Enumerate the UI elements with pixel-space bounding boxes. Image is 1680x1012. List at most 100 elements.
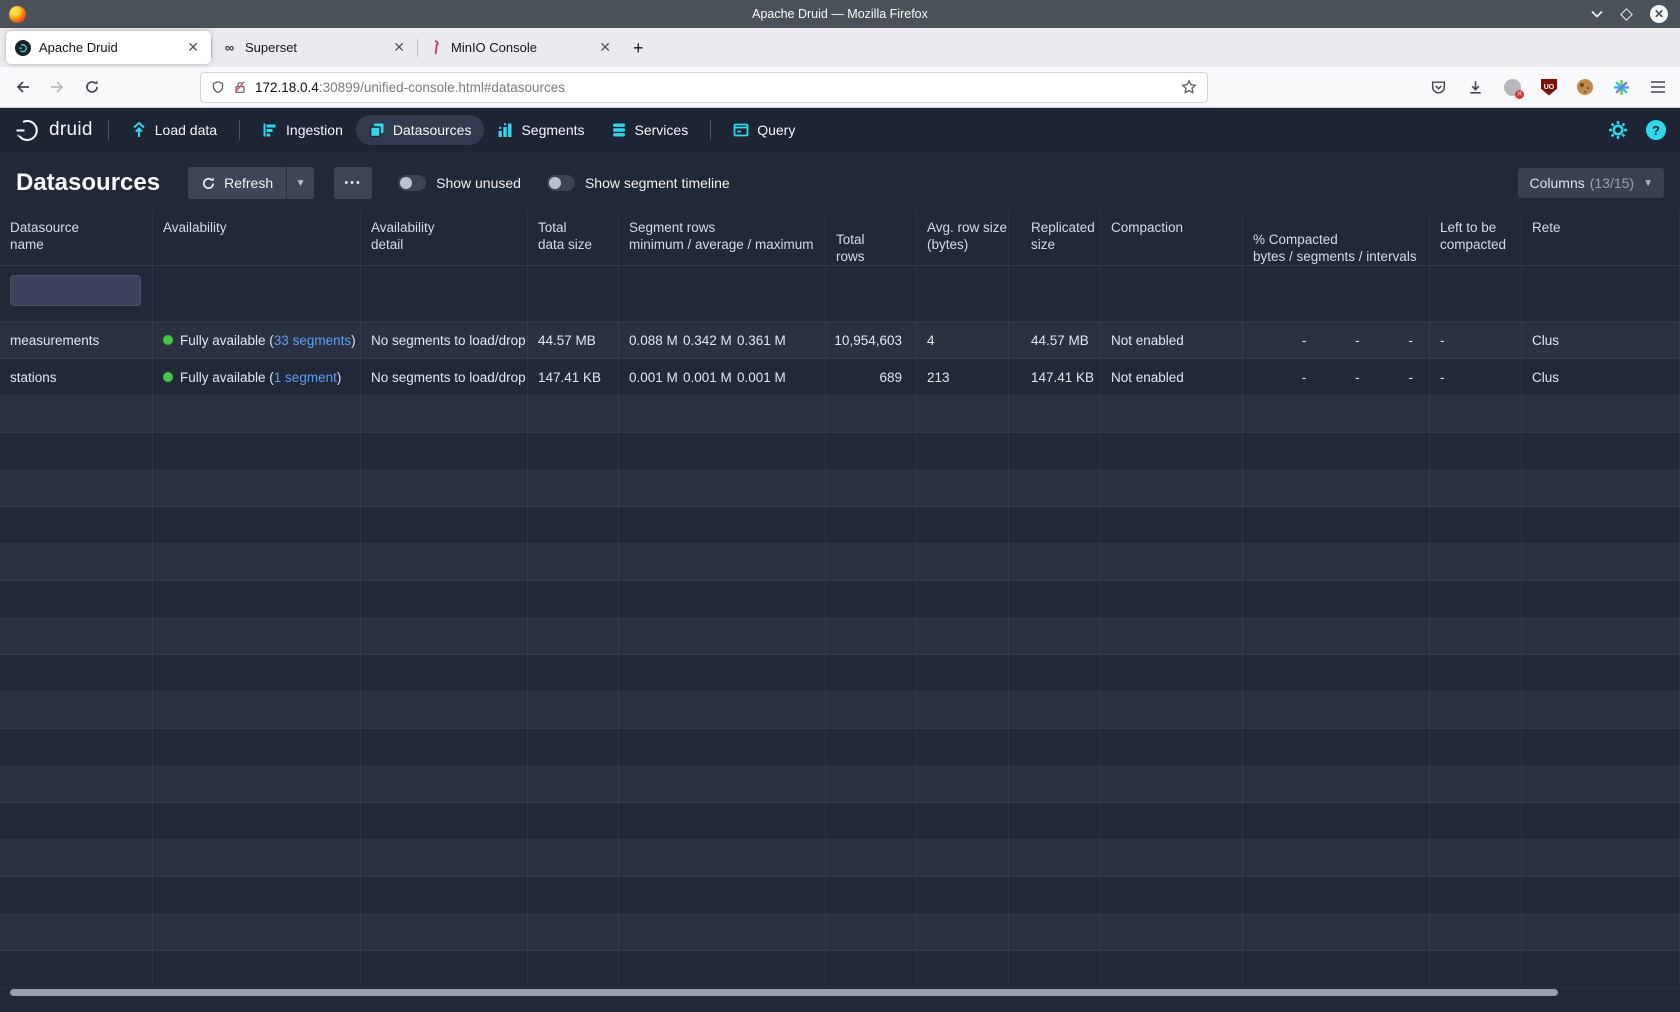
cell-segment_rows bbox=[619, 396, 826, 432]
table-row-empty bbox=[0, 655, 1680, 692]
url-bar[interactable]: 172.18.0.4:30899/unified-console.html#da… bbox=[200, 72, 1208, 103]
cell-name: measurements bbox=[0, 322, 153, 358]
column-header-total_rows[interactable]: Totalrows bbox=[826, 212, 917, 265]
toggle-switch[interactable] bbox=[547, 175, 575, 191]
cell-left_to_be_compacted bbox=[1430, 433, 1522, 469]
segments-link[interactable]: 1 segment bbox=[274, 370, 337, 385]
cell-total_rows bbox=[826, 433, 917, 469]
nav-item-ingestion[interactable]: Ingestion bbox=[249, 115, 356, 145]
cookie-extension-icon[interactable] bbox=[1577, 79, 1593, 95]
cell-total_data_size: 44.57 MB bbox=[528, 322, 619, 358]
ingestion-icon bbox=[262, 122, 278, 138]
nav-item-query[interactable]: Query bbox=[720, 115, 808, 145]
refresh-button[interactable]: Refresh bbox=[188, 167, 286, 199]
cell-total_rows: 10,954,603 bbox=[826, 322, 917, 358]
filter-cell bbox=[917, 266, 1009, 321]
nav-item-datasources[interactable]: Datasources bbox=[356, 115, 485, 145]
ublock-origin-icon[interactable]: UO bbox=[1541, 79, 1557, 96]
table-row-stations: stationsFully available (1 segment)No se… bbox=[0, 359, 1680, 396]
url-text[interactable]: 172.18.0.4:30899/unified-console.html#da… bbox=[255, 80, 1181, 95]
horizontal-scrollbar[interactable] bbox=[10, 989, 1558, 996]
cell-replicated_size bbox=[1009, 766, 1101, 802]
segments-link[interactable]: 33 segments bbox=[274, 333, 351, 348]
column-header-name[interactable]: Datasourcename bbox=[0, 212, 153, 265]
cell-availability_detail bbox=[361, 766, 528, 802]
columns-button[interactable]: Columns (13/15) ▼ bbox=[1518, 168, 1664, 198]
refresh-dropdown-button[interactable]: ▼ bbox=[286, 167, 314, 199]
column-header-percent_compacted[interactable]: % Compactedbytes / segments / intervals bbox=[1243, 212, 1430, 265]
nav-item-segments[interactable]: Segments bbox=[484, 115, 597, 145]
show-unused-toggle[interactable]: Show unused bbox=[398, 175, 521, 191]
cell-segment_rows bbox=[619, 951, 826, 987]
column-header-avg_row_size[interactable]: Avg. row size(bytes) bbox=[917, 212, 1009, 265]
nav-item-load-data[interactable]: Load data bbox=[118, 115, 230, 145]
back-button[interactable] bbox=[14, 79, 31, 95]
new-tab-button[interactable]: + bbox=[633, 38, 644, 59]
downloads-icon[interactable] bbox=[1467, 79, 1484, 96]
window-maximize-icon[interactable] bbox=[1622, 10, 1631, 19]
cell-name bbox=[0, 877, 153, 913]
column-header-total_data_size[interactable]: Totaldata size bbox=[528, 212, 619, 265]
tab-close-icon[interactable]: ✕ bbox=[390, 39, 408, 56]
cell-availability_detail bbox=[361, 914, 528, 950]
forward-button[interactable] bbox=[49, 79, 66, 95]
menu-hamburger-icon[interactable] bbox=[1650, 80, 1666, 94]
column-header-availability[interactable]: Availability bbox=[153, 212, 361, 265]
tracking-shield-icon[interactable] bbox=[211, 80, 225, 95]
column-header-compaction[interactable]: Compaction bbox=[1101, 212, 1243, 265]
druid-logo[interactable]: druid bbox=[14, 117, 93, 143]
pocket-icon[interactable] bbox=[1430, 79, 1447, 96]
filter-cell bbox=[1522, 266, 1680, 321]
druid-favicon-icon bbox=[15, 40, 31, 56]
table-row-empty bbox=[0, 729, 1680, 766]
cell-availability bbox=[153, 951, 361, 987]
nav-item-services[interactable]: Services bbox=[598, 115, 702, 145]
column-header-label: name bbox=[10, 236, 44, 253]
datasource-name-filter-input[interactable] bbox=[10, 275, 141, 306]
window-close-icon[interactable]: ✕ bbox=[1650, 5, 1668, 23]
cell-segment_rows bbox=[619, 433, 826, 469]
cell-replicated_size bbox=[1009, 507, 1101, 543]
cell-percent_compacted bbox=[1243, 951, 1430, 987]
cell-availability bbox=[153, 877, 361, 913]
cell-compaction bbox=[1101, 507, 1243, 543]
cell-total_rows bbox=[826, 692, 917, 728]
column-header-left_to_be_compacted[interactable]: Left to becompacted bbox=[1430, 212, 1522, 265]
settings-gear-icon[interactable] bbox=[1608, 120, 1628, 140]
toggle-switch[interactable] bbox=[398, 175, 426, 191]
table-row-empty bbox=[0, 581, 1680, 618]
tab-close-icon[interactable]: ✕ bbox=[184, 39, 202, 56]
cell-retention: Clus bbox=[1522, 322, 1680, 358]
help-icon[interactable]: ? bbox=[1646, 120, 1666, 140]
more-actions-button[interactable]: ••• bbox=[334, 167, 372, 199]
column-header-replicated_size[interactable]: Replicatedsize bbox=[1009, 212, 1101, 265]
reload-button[interactable] bbox=[84, 79, 100, 95]
bookmark-star-icon[interactable] bbox=[1181, 79, 1197, 95]
compacted-value: - bbox=[1306, 333, 1359, 348]
column-header-retention[interactable]: Rete bbox=[1522, 212, 1680, 265]
toggle-label: Show unused bbox=[436, 175, 521, 191]
services-icon bbox=[611, 122, 627, 138]
show-segment-timeline-toggle[interactable]: Show segment timeline bbox=[547, 175, 730, 191]
filter-cell bbox=[1009, 266, 1101, 321]
insecure-lock-icon[interactable] bbox=[233, 80, 247, 95]
extension-icon[interactable] bbox=[1504, 79, 1521, 96]
tab-minio-console[interactable]: MinIO Console ✕ bbox=[418, 31, 623, 64]
compacted-value: - bbox=[1253, 370, 1306, 385]
tab-close-icon[interactable]: ✕ bbox=[596, 39, 614, 56]
cell-total_data_size bbox=[528, 877, 619, 913]
cell-percent_compacted bbox=[1243, 840, 1430, 876]
nav-separator bbox=[108, 120, 109, 140]
availability-dot-icon bbox=[163, 335, 173, 345]
tab-apache-druid[interactable]: Apache Druid ✕ bbox=[6, 31, 211, 64]
column-header-availability_detail[interactable]: Availabilitydetail bbox=[361, 212, 528, 265]
cell-replicated_size bbox=[1009, 803, 1101, 839]
window-minimize-icon[interactable] bbox=[1591, 10, 1603, 18]
cell-left_to_be_compacted bbox=[1430, 877, 1522, 913]
tab-superset[interactable]: ∞ Superset ✕ bbox=[212, 31, 417, 64]
cell-total_data_size bbox=[528, 433, 619, 469]
cell-avg_row_size bbox=[917, 877, 1009, 913]
column-header-segment_rows[interactable]: Segment rowsminimum / average / maximum bbox=[619, 212, 826, 265]
asterisk-extension-icon[interactable] bbox=[1613, 79, 1630, 96]
cell-retention bbox=[1522, 618, 1680, 654]
